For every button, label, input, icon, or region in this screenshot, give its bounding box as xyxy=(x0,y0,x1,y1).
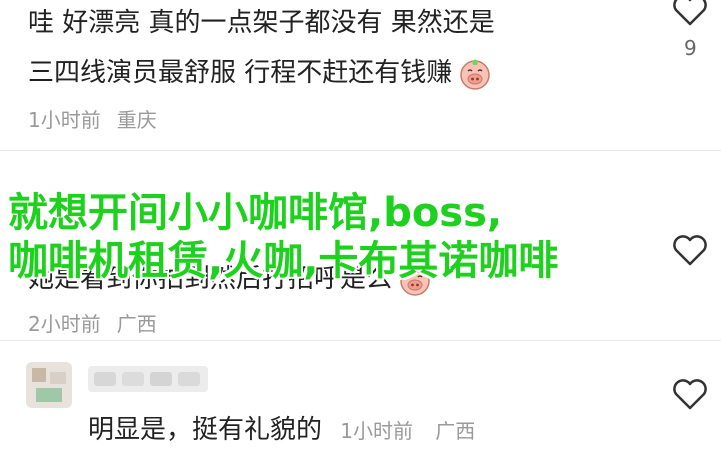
divider xyxy=(0,150,721,151)
overlay-text-line-2: 咖啡机租赁,火咖,卡布其诺咖啡 xyxy=(8,238,559,284)
username-blurred[interactable] xyxy=(88,366,208,392)
comment-meta: 1小时前 重庆 xyxy=(28,104,157,133)
comment-location: 重庆 xyxy=(116,108,157,132)
overlay-text-line-1: 就想开间小小咖啡馆,boss, xyxy=(8,190,503,236)
comment-text-line-2-content: 三四线演员最舒服 行程不赶还有钱赚 xyxy=(28,58,453,88)
reply-content: 明显是，挺有礼貌的 xyxy=(88,415,323,445)
divider xyxy=(0,340,721,341)
comment-text-line-2: 三四线演员最舒服 行程不赶还有钱赚 xyxy=(28,50,492,96)
heart-icon[interactable] xyxy=(670,230,710,270)
comment-location: 广西 xyxy=(116,312,157,336)
comment-time: 1小时前 xyxy=(28,108,101,132)
comment-time: 2小时前 xyxy=(28,312,101,336)
heart-icon[interactable] xyxy=(670,0,710,30)
comment-meta: 2小时前 广西 xyxy=(28,308,157,337)
heart-icon[interactable] xyxy=(670,374,710,414)
comment-text-line-1: 哇 好漂亮 真的一点架子都没有 果然还是 xyxy=(28,8,495,38)
reply-text: 明显是，挺有礼貌的 1小时前 广西 xyxy=(88,410,475,451)
reply-time: 1小时前 xyxy=(340,419,414,443)
like-count: 9 xyxy=(684,36,697,60)
reply-location: 广西 xyxy=(435,419,476,443)
pig-face-icon xyxy=(458,57,492,91)
avatar[interactable] xyxy=(26,362,72,408)
